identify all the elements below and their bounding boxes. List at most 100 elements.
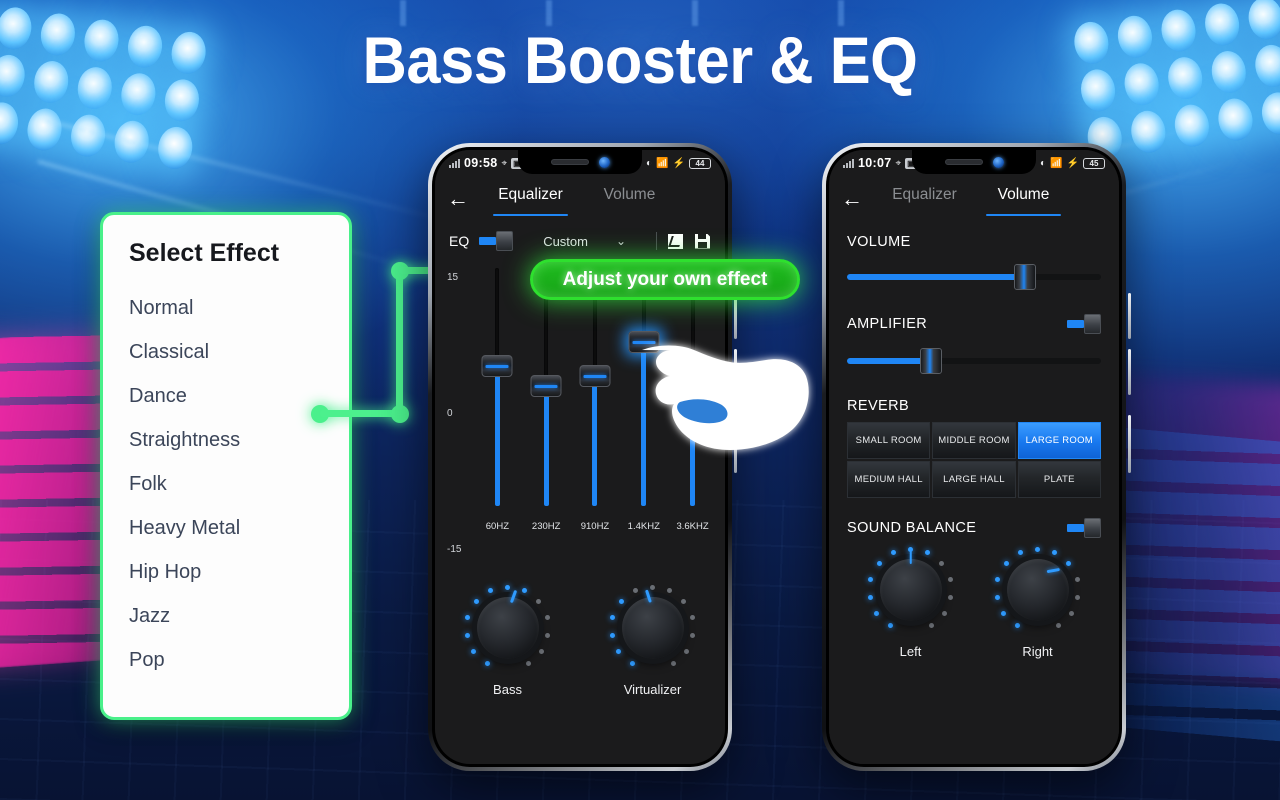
back-arrow-icon[interactable]: ←	[841, 188, 875, 210]
equalizer-sliders-area: 15 0 -15 60HZ 230HZ 910HZ 1.4KHZ 3.6KHZ	[435, 260, 725, 572]
knob-tick-dot	[536, 599, 542, 605]
tab-bar-right: ← Equalizer Volume	[829, 176, 1119, 222]
amplifier-toggle[interactable]	[1067, 314, 1101, 334]
knob-tick-dot	[994, 594, 1000, 600]
eq-band-thumb[interactable]	[530, 375, 562, 397]
amplifier-toggle-on-bar	[1067, 320, 1084, 328]
eq-band[interactable]: 3.6KHZ	[668, 268, 717, 532]
effect-item[interactable]: Hip Hop	[129, 550, 349, 594]
knob-dial[interactable]	[460, 580, 556, 676]
knob-label: Bass	[493, 682, 522, 697]
reverb-option[interactable]: MEDIUM HALL	[847, 461, 931, 498]
eq-band[interactable]: 230HZ	[522, 268, 571, 532]
reverb-option[interactable]: LARGE HALL	[932, 461, 1016, 498]
knob-tick-dot	[995, 576, 1001, 582]
tab-equalizer[interactable]: Equalizer	[875, 186, 974, 212]
page-title: Bass Booster & EQ	[362, 23, 918, 97]
knob-tick-dot	[1066, 561, 1072, 567]
power-button[interactable]	[734, 415, 737, 473]
eq-band[interactable]: 910HZ	[571, 268, 620, 532]
knob-dial[interactable]	[863, 542, 959, 638]
effect-item[interactable]: Jazz	[129, 594, 349, 638]
reverb-option[interactable]: MIDDLE ROOM	[932, 422, 1016, 459]
tab-bar-left: ← Equalizer Volume	[435, 176, 725, 222]
volume-slider[interactable]	[847, 262, 1101, 292]
power-button[interactable]	[1128, 415, 1131, 473]
volume-slider-fill	[847, 274, 1025, 280]
light-ray	[45, 119, 455, 224]
reverb-option[interactable]: SMALL ROOM	[847, 422, 931, 459]
knob-tick-dot	[928, 623, 934, 628]
charging-bolt-icon: ⚡	[672, 157, 685, 169]
effect-list: Normal Classical Dance Straightness Folk Heav…	[129, 286, 349, 682]
edit-curve-icon[interactable]	[667, 233, 684, 250]
effect-item[interactable]: Heavy Metal	[129, 506, 349, 550]
eq-band-thumb[interactable]	[628, 331, 660, 353]
eq-band-fill	[494, 365, 500, 506]
front-camera	[598, 156, 610, 168]
eq-band[interactable]: 60HZ	[473, 268, 522, 532]
scale-max-label: 15	[447, 272, 459, 283]
knob-left[interactable]: Left	[863, 542, 959, 659]
knob-right[interactable]: Right	[990, 542, 1086, 659]
back-arrow-icon[interactable]: ←	[447, 188, 481, 210]
knob-tick-dot	[505, 584, 510, 590]
knob-tick-dot	[545, 632, 551, 638]
status-bar-left: 09:58 ⌖ ▣ ◐ 📶 ⚡ 44	[435, 150, 725, 176]
eq-band-thumb[interactable]	[677, 396, 709, 418]
tab-volume[interactable]: Volume	[974, 186, 1073, 216]
knob-tick-dot	[487, 588, 493, 594]
knob-tick-dot	[544, 614, 550, 620]
effect-item[interactable]: Classical	[129, 330, 349, 374]
volume-section-header: VOLUME	[847, 234, 1101, 250]
knob-tick-dot	[1017, 550, 1023, 556]
volume-up-button[interactable]	[1128, 293, 1131, 339]
knob-tick-dot	[1074, 576, 1080, 582]
effect-item[interactable]: Normal	[129, 286, 349, 330]
effect-item[interactable]: Folk	[129, 462, 349, 506]
eq-toggle[interactable]	[479, 231, 514, 251]
eq-band-sliders: 60HZ 230HZ 910HZ 1.4KHZ 3.6KHZ	[473, 268, 717, 532]
scale-min-label: -15	[447, 544, 462, 555]
reverb-option[interactable]: PLATE	[1017, 461, 1101, 498]
wifi-icon: 📶	[656, 157, 669, 169]
eq-band-thumb[interactable]	[579, 365, 611, 387]
chevron-down-icon[interactable]: ⌄	[616, 234, 626, 248]
preset-dropdown-value[interactable]: Custom	[543, 234, 588, 249]
reverb-option[interactable]: LARGE ROOM	[1017, 422, 1101, 459]
knob-tick-dot	[609, 632, 615, 638]
knob-virtualizer[interactable]: Virtualizer	[605, 580, 701, 697]
scale-mid-label: 0	[447, 408, 453, 419]
knob-tick-dot	[947, 576, 953, 582]
volume-down-button[interactable]	[1128, 349, 1131, 395]
volume-down-button[interactable]	[734, 349, 737, 395]
effect-item[interactable]: Pop	[129, 638, 349, 682]
knob-bass[interactable]: Bass	[460, 580, 556, 697]
callout-adjust-your-own-effect: Adjust your own effect	[530, 259, 800, 300]
amplifier-toggle-knob	[1084, 314, 1101, 334]
amplifier-slider-thumb[interactable]	[919, 348, 942, 374]
knob-tick-dot	[650, 584, 655, 590]
knob-body	[879, 559, 942, 621]
charging-bolt-icon: ⚡	[1066, 157, 1079, 169]
tab-volume[interactable]: Volume	[580, 186, 679, 212]
sound-balance-toggle[interactable]	[1067, 518, 1101, 538]
eq-band-thumb[interactable]	[481, 355, 513, 377]
knob-tick-dot	[525, 661, 531, 666]
effect-item[interactable]: Straightness	[129, 418, 349, 462]
volume-slider-thumb[interactable]	[1013, 264, 1036, 290]
knob-tick-dot	[610, 614, 616, 620]
eq-band[interactable]: 1.4KHZ	[619, 268, 668, 532]
notch	[518, 150, 642, 174]
knob-dial[interactable]	[990, 542, 1086, 638]
save-disk-icon[interactable]	[694, 233, 711, 250]
knob-dial[interactable]	[605, 580, 701, 676]
stage-light-bulb	[0, 5, 35, 52]
stage-light-bulb	[1245, 0, 1280, 42]
stage-light-bulb	[1252, 42, 1280, 89]
knob-tick-dot	[925, 550, 931, 556]
sound-balance-section-header: SOUND BALANCE	[847, 518, 1101, 538]
effect-knobs-row: Bass Virtualizer	[435, 572, 725, 697]
tab-equalizer[interactable]: Equalizer	[481, 186, 580, 216]
amplifier-slider[interactable]	[847, 346, 1101, 376]
